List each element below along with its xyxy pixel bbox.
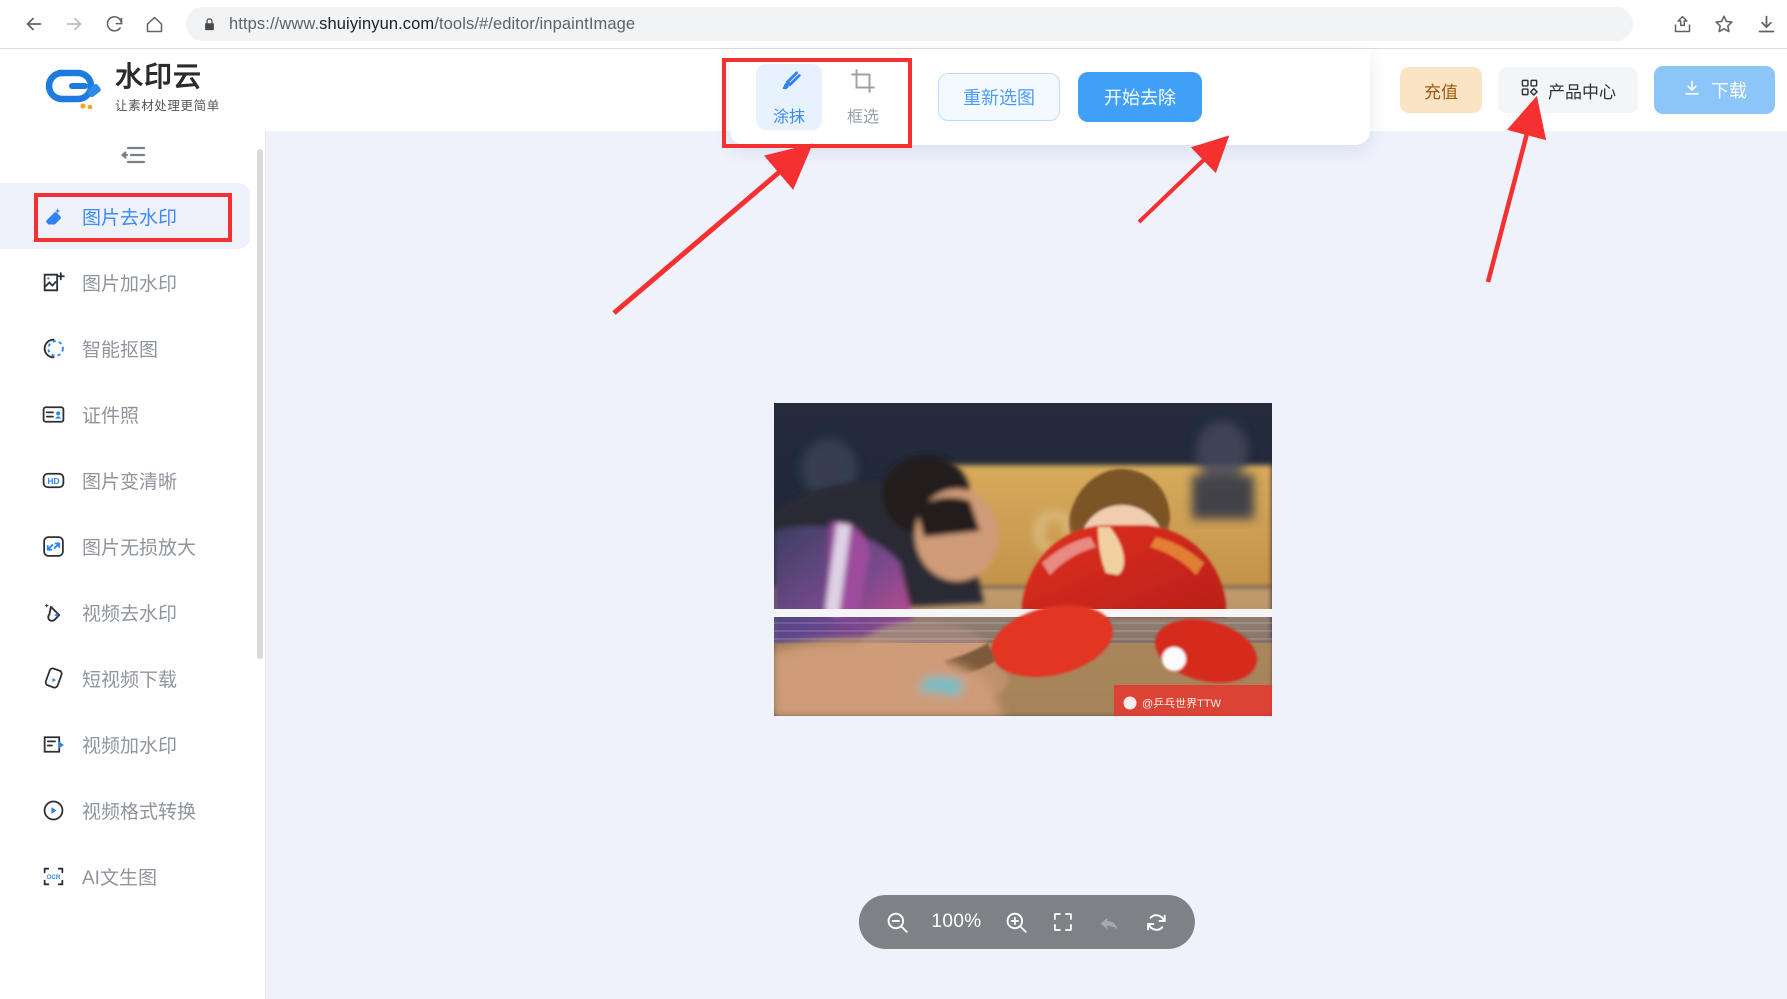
svg-text:@乒乓世界TTW: @乒乓世界TTW — [1142, 697, 1222, 710]
sidebar-item-label: 证件照 — [82, 405, 140, 427]
sidebar-item-label: 视频加水印 — [82, 735, 178, 757]
annotation-box-sidebar-item — [34, 193, 232, 242]
reload-icon[interactable] — [94, 4, 134, 44]
editor-panel-actions: 重新选图 开始去除 — [938, 72, 1202, 122]
home-icon[interactable] — [134, 4, 174, 44]
sidebar-item-image-enhance[interactable]: HD 图片变清晰 — [0, 447, 250, 513]
reset-icon[interactable] — [1144, 910, 1169, 935]
ocr-icon: OCR — [40, 863, 66, 889]
cloud-logo-icon — [45, 69, 101, 110]
share-icon[interactable] — [1661, 4, 1703, 44]
editing-image[interactable]: ODO — [774, 403, 1272, 716]
sidebar-item-label: 视频格式转换 — [82, 801, 197, 823]
lock-icon — [202, 17, 217, 32]
video-watermark-icon — [40, 731, 66, 757]
video-convert-icon — [40, 797, 66, 823]
url-prefix: https://www. — [229, 14, 320, 33]
download-arrow-icon — [1682, 78, 1702, 103]
sidebar-collapse-button[interactable] — [0, 131, 266, 183]
star-icon[interactable] — [1703, 4, 1745, 44]
grid-icon — [1520, 78, 1539, 102]
cutout-icon — [40, 335, 66, 361]
sidebar-item-id-photo[interactable]: 证件照 — [0, 381, 250, 447]
download-icon[interactable] — [1745, 4, 1787, 44]
brand-logo[interactable]: 水印云 让素材处理更简单 — [42, 61, 220, 115]
sidebar-item-label: 智能抠图 — [82, 339, 159, 361]
sidebar-divider — [265, 131, 266, 999]
header-actions: 充值 产品中心 下载 — [1400, 49, 1775, 131]
download-button[interactable]: 下载 — [1654, 66, 1775, 114]
video-eraser-icon — [40, 599, 66, 625]
sidebar-item-label: 图片加水印 — [82, 273, 178, 295]
sidebar-item-label: AI文生图 — [82, 867, 157, 889]
sidebar-item-image-upscale[interactable]: 图片无损放大 — [0, 513, 250, 579]
collapse-menu-icon — [120, 145, 146, 170]
sidebar-item-ai-text-to-image[interactable]: OCR AI文生图 — [0, 843, 250, 909]
sidebar-item-short-video-download[interactable]: 短视频下载 — [0, 645, 250, 711]
forward-arrow-icon[interactable] — [54, 4, 94, 44]
logo-title: 水印云 — [115, 61, 203, 93]
sidebar-item-label: 视频去水印 — [82, 603, 178, 625]
short-video-icon — [40, 665, 66, 691]
address-bar[interactable]: https://www.shuiyinyun.com/tools/#/edito… — [186, 7, 1633, 41]
canvas-zoom-toolbar: 100% — [858, 895, 1195, 949]
sidebar-scrollbar[interactable] — [257, 149, 263, 659]
zoom-level-label: 100% — [931, 911, 982, 932]
editor-canvas[interactable]: ODO — [266, 131, 1787, 999]
download-label: 下载 — [1711, 81, 1747, 101]
image-add-icon — [40, 269, 66, 295]
sidebar-item-smart-cutout[interactable]: 智能抠图 — [0, 315, 250, 381]
browser-toolbar: https://www.shuiyinyun.com/tools/#/edito… — [0, 0, 1787, 49]
sidebar-item-video-format-convert[interactable]: 视频格式转换 — [0, 777, 250, 843]
url-path: /tools/#/editor/inpaintImage — [434, 14, 636, 33]
logo-subtitle: 让素材处理更简单 — [115, 98, 220, 113]
url-host: shuiyinyun.com — [319, 14, 435, 33]
zoom-in-icon[interactable] — [1004, 910, 1029, 935]
browser-action-icons — [1647, 4, 1787, 44]
back-arrow-icon[interactable] — [14, 4, 54, 44]
fullscreen-icon[interactable] — [1051, 910, 1075, 934]
reselect-image-button[interactable]: 重新选图 — [938, 73, 1060, 121]
sidebar-item-video-watermark-remove[interactable]: 视频去水印 — [0, 579, 250, 645]
upscale-icon — [40, 533, 66, 559]
sidebar: 图片去水印 图片加水印 智能抠图 证件照 HD 图片变清晰 图片无损放大 视频去… — [0, 131, 266, 999]
undo-icon[interactable] — [1097, 910, 1122, 935]
zoom-out-icon[interactable] — [884, 910, 909, 935]
svg-text:HD: HD — [47, 476, 59, 486]
recharge-button[interactable]: 充值 — [1400, 67, 1482, 113]
sidebar-item-image-add-watermark[interactable]: 图片加水印 — [0, 249, 250, 315]
annotation-box-tools — [722, 58, 912, 148]
svg-text:OCR: OCR — [46, 874, 60, 881]
sidebar-item-video-add-watermark[interactable]: 视频加水印 — [0, 711, 250, 777]
photo-watermark: @乒乓世界TTW — [1114, 685, 1272, 716]
url-text: https://www.shuiyinyun.com/tools/#/edito… — [229, 15, 635, 34]
start-remove-button[interactable]: 开始去除 — [1078, 72, 1202, 122]
id-photo-icon — [40, 401, 66, 427]
product-center-button[interactable]: 产品中心 — [1498, 67, 1638, 113]
sidebar-item-label: 图片变清晰 — [82, 471, 178, 493]
sidebar-item-label: 短视频下载 — [82, 669, 178, 691]
product-center-label: 产品中心 — [1548, 82, 1616, 102]
sidebar-item-label: 图片无损放大 — [82, 537, 197, 559]
hd-icon: HD — [40, 467, 66, 493]
